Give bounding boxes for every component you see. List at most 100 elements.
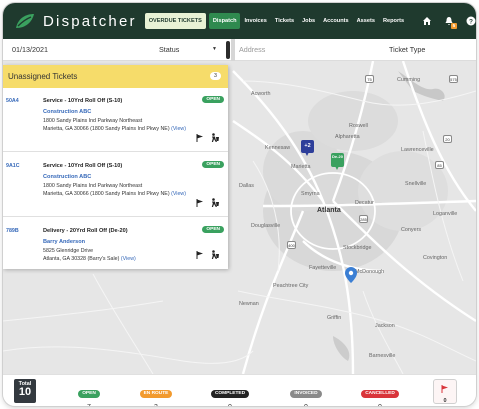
status-badge: OPEN [202, 161, 224, 168]
ticket-address-line2: Marietta, GA 30066 (1800 Sandy Plains In… [43, 126, 186, 132]
map-city-label: Atlanta [317, 207, 341, 214]
ticket-view-link[interactable]: (View) [121, 256, 136, 262]
stat-pill: EN ROUTE [139, 390, 173, 398]
highway-shield: 575 [449, 75, 458, 83]
nav-accounts[interactable]: Accounts [319, 13, 353, 29]
map-city-label: Decatur [355, 200, 374, 206]
red-flag-icon [441, 385, 448, 393]
map-city-label: Lawrenceville [401, 147, 434, 153]
ticket-card[interactable]: 50A4 Service - 10Yrd Roll Off (S-10) Con… [3, 88, 228, 152]
map-city-label: Acworth [251, 91, 271, 97]
flag-icon[interactable] [196, 251, 204, 259]
nav-assets[interactable]: Assets [353, 13, 379, 29]
status-select[interactable]: Status [159, 45, 179, 54]
flagged-tickets-button[interactable]: 0 [433, 379, 457, 404]
app-logo[interactable]: Dispatcher [14, 12, 137, 30]
assign-driver-icon[interactable] [210, 250, 220, 259]
map-city-label: Jackson [375, 323, 395, 329]
stat-pill: CANCELLED [361, 390, 399, 398]
stat-value: 3 [136, 404, 176, 406]
highway-shield: 20 [443, 135, 452, 143]
ticket-customer-link[interactable]: Barry Anderson [43, 239, 85, 245]
ticket-view-link[interactable]: (View) [171, 191, 186, 197]
map-city-label: Barnesville [369, 353, 396, 359]
ticket-id[interactable]: 9A1C [6, 163, 20, 169]
logo-leaf-icon [16, 14, 34, 28]
nav-invoices[interactable]: Invoices [240, 13, 270, 29]
map-city-label: Cumming [397, 77, 421, 83]
map-city-label: Alpharetta [335, 134, 360, 140]
app-name: Dispatcher [43, 12, 137, 30]
assign-driver-icon[interactable] [210, 198, 220, 207]
bell-icon[interactable]: 5 [440, 12, 458, 30]
panel-title: Unassigned Tickets [8, 72, 78, 81]
map-city-label: McDonough [355, 269, 385, 275]
map-city-label: Kennesaw [265, 145, 291, 151]
unassigned-tickets-panel: Unassigned Tickets 3 50A4 Service - 10Yr… [3, 65, 228, 269]
ticket-customer-link[interactable]: Construction ABC [43, 174, 91, 180]
highway-shield: 285 [359, 215, 368, 223]
help-icon[interactable]: ? [462, 12, 476, 30]
ticket-address-text: Marietta, GA 30066 (1800 Sandy Plains In… [43, 126, 170, 132]
stat-open[interactable]: OPEN 7 [74, 381, 104, 406]
ticket-address-text: Atlanta, GA 30328 (Barry's Sale) [43, 256, 120, 262]
map-city-label: Loganville [433, 211, 458, 217]
map-city-label: Peachtree City [273, 283, 309, 289]
ticket-address-line2: Marietta, GA 30066 (1800 Sandy Plains In… [43, 191, 186, 197]
ticket-address-line1: 5825 Glenridge Drive [43, 248, 94, 254]
map-city-label: Roswell [349, 123, 368, 129]
highway-shield: 400 [287, 241, 296, 249]
nav-reports[interactable]: Reports [379, 13, 408, 29]
ticket-customer-link[interactable]: Construction ABC [43, 109, 91, 115]
date-picker[interactable]: 01/13/2021 [12, 45, 48, 54]
total-value: 10 [18, 386, 32, 398]
nav-jobs[interactable]: Jobs [298, 13, 319, 29]
flag-icon[interactable] [196, 199, 204, 207]
status-badge: OPEN [202, 96, 224, 103]
stat-pill: OPEN [78, 390, 100, 398]
address-search-input[interactable]: Address [239, 45, 265, 54]
ticket-view-link[interactable]: (View) [171, 126, 186, 132]
stat-invoiced[interactable]: INVOICED 0 [287, 381, 325, 406]
flagged-count: 0 [443, 398, 447, 404]
map-city-label: Douglasville [251, 223, 281, 229]
ticket-card[interactable]: 9A1C Service - 10Yrd Roll Off (S-10) Con… [3, 153, 228, 217]
ticket-card[interactable]: 789B Delivery - 20Yrd Roll Off (De-20) B… [3, 218, 228, 269]
ticket-title: Delivery - 20Yrd Roll Off (De-20) [43, 228, 128, 234]
panel-header: Unassigned Tickets 3 [3, 65, 228, 88]
overdue-tickets-button[interactable]: OVERDUE TICKETS [144, 13, 206, 29]
svg-text:?: ? [469, 18, 473, 25]
ticket-title: Service - 10Yrd Roll Off (S-10) [43, 98, 123, 104]
highway-shield: 85 [435, 161, 444, 169]
main-nav: OVERDUE TICKETS Dispatch Invoices Ticket… [144, 13, 408, 29]
location-pin-icon[interactable] [345, 267, 357, 283]
map-cluster-marker[interactable]: +2 [301, 140, 314, 156]
ticket-id[interactable]: 50A4 [6, 98, 19, 104]
stat-en-route[interactable]: EN ROUTE 3 [136, 381, 176, 406]
chevron-down-icon[interactable]: ▼ [212, 46, 217, 52]
highway-shield: 75 [365, 75, 374, 83]
panel-scrollbar[interactable] [226, 41, 230, 59]
stat-cancelled[interactable]: CANCELLED 0 [358, 381, 402, 406]
total-tickets[interactable]: Total 10 [14, 379, 36, 403]
app-window: Dispatcher OVERDUE TICKETS Dispatch Invo… [3, 3, 476, 406]
ticket-id[interactable]: 789B [6, 228, 19, 234]
map-city-label: Griffin [327, 315, 342, 321]
ticket-title: Service - 10Yrd Roll Off (S-10) [43, 163, 123, 169]
ticket-count-badge: 3 [210, 72, 221, 80]
nav-dispatch[interactable]: Dispatch [208, 13, 241, 29]
assign-driver-icon[interactable] [210, 133, 220, 142]
map-ticket-marker[interactable]: De-20 [331, 153, 344, 170]
ticket-type-select[interactable]: Ticket Type [389, 45, 425, 54]
top-navbar: Dispatcher OVERDUE TICKETS Dispatch Invo… [3, 3, 476, 39]
flag-icon[interactable] [196, 134, 204, 142]
home-icon[interactable] [418, 12, 436, 30]
notification-count-badge: 5 [450, 22, 458, 29]
stat-value: 0 [287, 404, 325, 406]
map-city-label: Fayetteville [309, 265, 337, 271]
stat-value: 7 [74, 404, 104, 406]
status-badge: OPEN [202, 226, 224, 233]
ticket-address-line1: 1800 Sandy Plains Ind Parkway Northeast [43, 118, 143, 124]
nav-tickets[interactable]: Tickets [271, 13, 298, 29]
stat-completed[interactable]: COMPLETED 0 [207, 381, 253, 406]
